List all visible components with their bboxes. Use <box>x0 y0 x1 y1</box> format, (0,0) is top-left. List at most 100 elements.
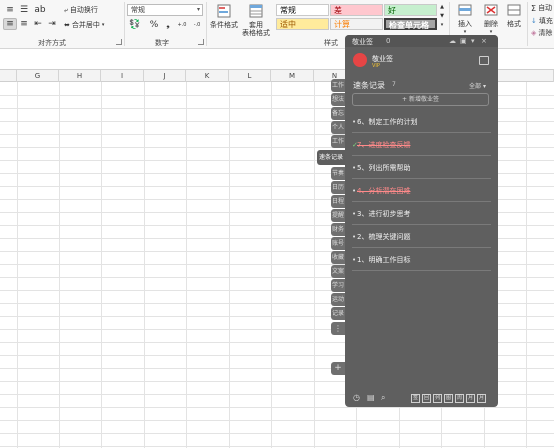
list-count: 7 <box>392 81 396 88</box>
filter-dropdown[interactable]: 全部 ▾ <box>469 81 486 90</box>
comma-style-icon[interactable]: ❟ <box>161 19 175 31</box>
task-item[interactable]: • 5、列出所需帮助 <box>352 158 491 179</box>
column-header-partial[interactable] <box>0 70 17 82</box>
sidebar-tab[interactable]: 财务 <box>331 223 345 236</box>
delete-label: 删除 <box>484 20 498 28</box>
footer-button[interactable]: 回 <box>422 394 431 403</box>
fill-down-icon: ↓ <box>531 17 537 25</box>
sidebar-tab[interactable]: 个人 <box>331 121 345 134</box>
bullet-icon: • <box>352 187 357 195</box>
sidebar-tab[interactable]: 想法 <box>331 93 345 106</box>
style-bad-cell[interactable]: 差 <box>330 4 383 16</box>
task-text: 1、明确工作目标 <box>357 256 411 264</box>
percent-button[interactable]: % <box>147 19 161 31</box>
decrease-decimal-button[interactable]: -.0 <box>190 19 204 31</box>
clear-button[interactable]: ◈ 清除 <box>531 27 552 39</box>
group-divider <box>527 2 528 46</box>
archive-icon[interactable]: ▤ <box>367 393 375 402</box>
task-item[interactable]: • 3、进行初步思考 <box>352 204 491 225</box>
currency-icon[interactable]: 💱 <box>127 19 143 31</box>
footer-button[interactable]: 周 <box>455 394 464 403</box>
close-icon[interactable]: × <box>481 37 487 45</box>
clock-icon[interactable]: ◷ <box>353 393 360 402</box>
footer-button[interactable]: 月 <box>466 394 475 403</box>
sidebar-tab-active[interactable]: 速条记录 <box>317 150 345 165</box>
sidebar-tab[interactable]: 记录 <box>331 307 345 320</box>
alignment-dialog-launcher[interactable] <box>116 39 122 45</box>
styles-more-icon[interactable]: ▾ <box>438 21 446 29</box>
align-middle-icon[interactable]: ☰ <box>17 4 31 16</box>
sidebar-tab[interactable]: 工作 <box>331 135 345 148</box>
column-header-l[interactable]: L <box>229 70 271 82</box>
table-format-button[interactable]: 套用 表格格式 <box>239 3 273 37</box>
panel-title-bar[interactable]: 敬业签 0 ☁ ▣ ▾ × <box>345 35 498 47</box>
sidebar-tab[interactable]: 学习 <box>331 279 345 292</box>
increase-indent-icon[interactable]: ⇥ <box>45 18 59 30</box>
style-good-cell[interactable]: 好 <box>384 4 437 16</box>
column-header-j[interactable]: J <box>144 70 186 82</box>
styles-scroll-up-icon[interactable]: ▲ <box>438 3 446 11</box>
add-note-button[interactable]: + 新增敬业签 <box>352 93 489 106</box>
sidebar-tab[interactable]: 节奏 <box>331 167 345 180</box>
delete-button[interactable]: 删除 ▾ <box>479 2 503 36</box>
style-calculation-cell[interactable]: 计算 <box>330 18 383 30</box>
sidebar-tab[interactable]: 运动 <box>331 293 345 306</box>
merge-center-button[interactable]: ⬌ 合并居中 ▾ <box>64 19 104 31</box>
style-check-cell[interactable]: 检查单元格 <box>384 18 437 30</box>
number-format-select[interactable]: 常规 ▾ <box>127 4 203 16</box>
wrap-text-button[interactable]: ⤶ 自动换行 <box>64 4 98 16</box>
add-tab-icon[interactable]: + <box>331 362 345 375</box>
conditional-format-button[interactable]: 条件格式 <box>209 3 239 29</box>
footer-button[interactable]: 列 <box>433 394 442 403</box>
cloud-sync-icon[interactable]: ☁ <box>449 37 456 45</box>
column-header-h[interactable]: H <box>59 70 101 82</box>
style-neutral-cell[interactable]: 适中 <box>276 18 329 30</box>
column-header-k[interactable]: K <box>186 70 229 82</box>
number-dialog-launcher[interactable] <box>198 39 204 45</box>
sidebar-tab[interactable]: 日历 <box>331 181 345 194</box>
sidebar-tab[interactable]: 文案 <box>331 265 345 278</box>
sidebar-tab[interactable]: 收藏 <box>331 251 345 264</box>
footer-button[interactable]: 月 <box>477 394 486 403</box>
task-item[interactable]: • 6、制定工作的计划 <box>352 112 491 133</box>
increase-decimal-button[interactable]: +.0 <box>175 19 189 31</box>
wrap-text-icon: ⤶ <box>64 5 68 14</box>
footer-button[interactable]: 签 <box>411 394 420 403</box>
insert-button[interactable]: 插入 ▾ <box>452 2 478 36</box>
bullet-icon: • <box>352 118 357 126</box>
column-header-i[interactable]: I <box>101 70 144 82</box>
decrease-indent-icon[interactable]: ⇤ <box>31 18 45 30</box>
sidebar-tab[interactable]: 工作 <box>331 79 345 92</box>
task-text: 4、分析潜在困难 <box>357 187 411 195</box>
menu-icon[interactable] <box>479 56 489 65</box>
align-left-icon[interactable]: ≡ <box>3 18 17 30</box>
footer-button[interactable]: 图 <box>444 394 453 403</box>
task-item[interactable]: • 2、梳理关键问题 <box>352 227 491 248</box>
styles-scroll-down-icon[interactable]: ▼ <box>438 12 446 20</box>
bullet-icon: • <box>352 256 357 264</box>
filter-label: 全部 <box>469 83 482 90</box>
task-item-done[interactable]: ✓ 7、进度检查反馈 <box>352 135 491 156</box>
chevron-down-icon: ▾ <box>482 83 486 90</box>
minimize-icon[interactable]: ▾ <box>471 37 475 45</box>
lock-icon[interactable]: ▣ <box>460 37 467 45</box>
grid-hline <box>0 446 554 447</box>
search-icon[interactable]: ⌕ <box>381 393 385 403</box>
sidebar-tab[interactable]: 备忘 <box>331 107 345 120</box>
column-header-m[interactable]: M <box>271 70 314 82</box>
autosum-button[interactable]: Σ 自动 <box>531 2 552 14</box>
orientation-icon[interactable]: ab <box>33 4 47 16</box>
more-tabs-icon[interactable]: ⋮ <box>331 322 345 335</box>
format-label: 格式 <box>507 20 521 28</box>
format-button[interactable]: 格式 <box>503 2 525 28</box>
task-item[interactable]: • 1、明确工作目标 <box>352 250 491 271</box>
sidebar-tab[interactable]: 提醒 <box>331 209 345 222</box>
column-header-g[interactable]: G <box>17 70 59 82</box>
align-top-icon[interactable]: ≡ <box>3 4 17 16</box>
task-item-done[interactable]: • 4、分析潜在困难 <box>352 181 491 202</box>
fill-button[interactable]: ↓ 填充 <box>531 15 553 27</box>
sidebar-tab[interactable]: 日程 <box>331 195 345 208</box>
align-center-icon[interactable]: ≡ <box>17 18 31 30</box>
sidebar-tab[interactable]: 账号 <box>331 237 345 250</box>
style-normal-cell[interactable]: 常规 <box>276 4 329 16</box>
